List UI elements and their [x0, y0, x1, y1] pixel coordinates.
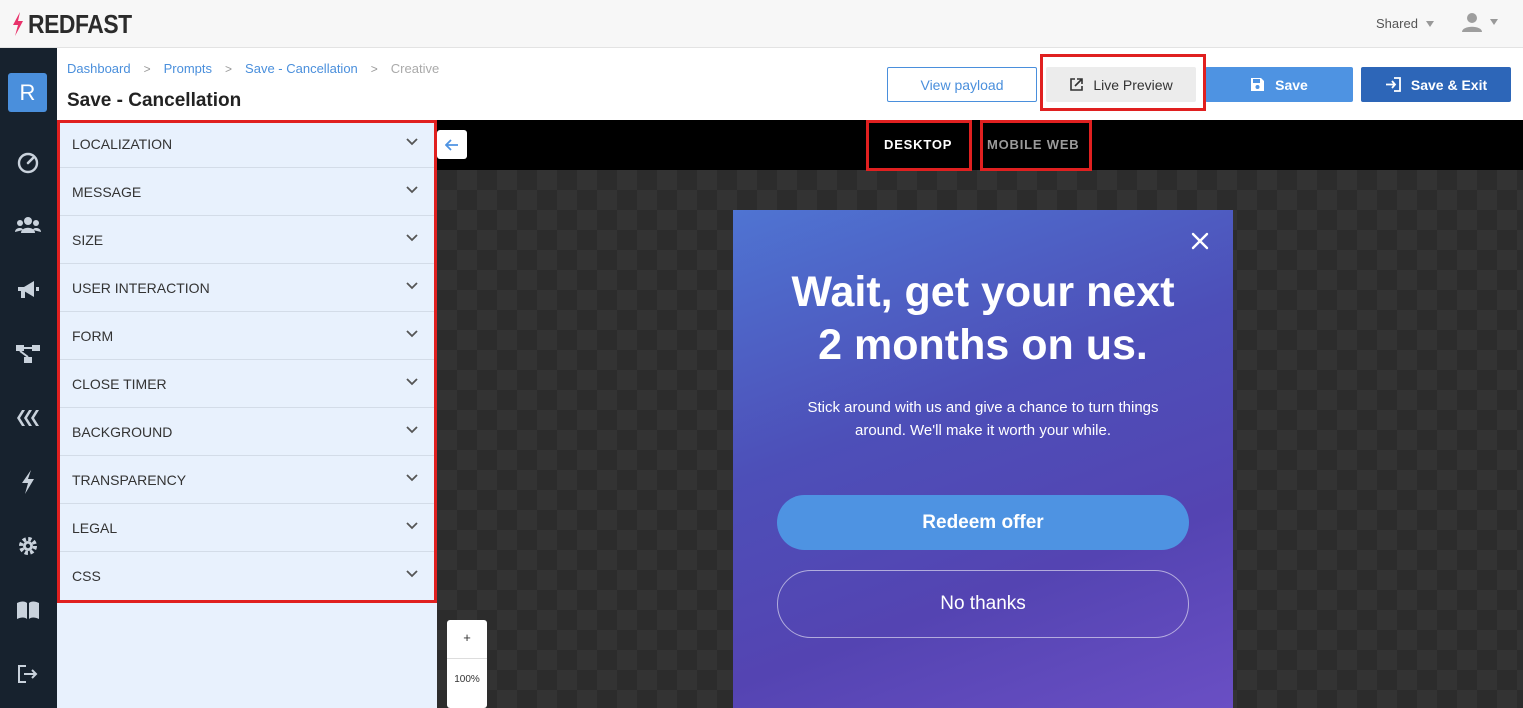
- prompt-headline: Wait, get your next 2 months on us.: [733, 266, 1233, 372]
- body-line: Stick around with us and give a chance t…: [807, 399, 1159, 416]
- save-and-exit-button[interactable]: Save & Exit: [1361, 67, 1511, 102]
- external-link-icon: [1070, 78, 1084, 91]
- section-size[interactable]: SIZE: [60, 216, 434, 264]
- section-label: LOCALIZATION: [72, 135, 173, 152]
- workflow-icon[interactable]: [14, 340, 42, 368]
- section-label: USER INTERACTION: [72, 279, 210, 296]
- section-label: LEGAL: [72, 519, 118, 536]
- section-transparency[interactable]: TRANSPARENCY: [60, 456, 434, 504]
- user-icon: [1462, 13, 1482, 32]
- bolt-icon[interactable]: [14, 468, 42, 496]
- tab-desktop[interactable]: DESKTOP: [884, 137, 952, 152]
- section-label: FORM: [72, 327, 114, 344]
- arrow-left-icon: [445, 138, 458, 151]
- chevron-down-icon: [406, 138, 418, 146]
- zoom-control: + 100%: [447, 620, 487, 708]
- live-preview-label: Live Preview: [1093, 76, 1173, 93]
- breadcrumb-dashboard[interactable]: Dashboard: [67, 61, 131, 76]
- preview-tab-bar: [437, 120, 1523, 170]
- chevron-down-icon: [406, 570, 418, 578]
- dashboard-gauge-icon[interactable]: [14, 148, 42, 176]
- zoom-divider: [447, 658, 487, 659]
- breadcrumb: Dashboard > Prompts > Save - Cancellatio…: [67, 61, 439, 76]
- section-close-timer[interactable]: CLOSE TIMER: [60, 360, 434, 408]
- view-payload-label: View payload: [920, 76, 1004, 93]
- chevron-right-icon: >: [143, 61, 151, 76]
- breadcrumb-current: Creative: [390, 61, 440, 76]
- collapse-panel-button[interactable]: [437, 130, 467, 159]
- gear-icon[interactable]: [14, 532, 42, 560]
- breadcrumb-prompt[interactable]: Save - Cancellation: [245, 61, 358, 76]
- chevron-down-icon: [406, 330, 418, 338]
- chevron-down-icon: [406, 378, 418, 386]
- section-css[interactable]: CSS: [60, 552, 434, 600]
- live-preview-button[interactable]: Live Preview: [1046, 67, 1196, 102]
- save-button[interactable]: Save: [1205, 67, 1353, 102]
- workspace-dropdown[interactable]: Shared: [1376, 16, 1434, 31]
- chevron-right-icon: >: [225, 61, 233, 76]
- user-menu[interactable]: [1462, 12, 1498, 32]
- section-label: SIZE: [72, 231, 104, 248]
- page-title: Save - Cancellation: [67, 90, 242, 111]
- view-payload-button[interactable]: View payload: [887, 67, 1037, 102]
- section-label: MESSAGE: [72, 183, 142, 200]
- left-nav: R: [0, 48, 57, 708]
- sign-in-icon: [1385, 77, 1401, 92]
- save-label: Save: [1275, 76, 1308, 93]
- settings-panel: LOCALIZATION MESSAGE SIZE USER INTERACTI…: [57, 120, 437, 708]
- section-label: CSS: [72, 568, 101, 584]
- chevron-down-icon: [406, 282, 418, 290]
- floppy-disk-icon: [1251, 78, 1265, 91]
- headline-line: Wait, get your next: [791, 268, 1175, 316]
- body-line: around. We'll make it worth your while.: [854, 422, 1112, 439]
- chevron-down-icon: [406, 522, 418, 530]
- save-and-exit-label: Save & Exit: [1410, 76, 1488, 93]
- chevron-down-icon: [406, 474, 418, 482]
- section-background[interactable]: BACKGROUND: [60, 408, 434, 456]
- section-label: CLOSE TIMER: [72, 375, 167, 392]
- section-user-interaction[interactable]: USER INTERACTION: [60, 264, 434, 312]
- close-icon[interactable]: [1191, 232, 1209, 250]
- book-icon[interactable]: [14, 596, 42, 624]
- bolt-icon: [13, 12, 23, 36]
- chevron-down-icon: [1425, 20, 1434, 27]
- chevron-down-icon: [406, 186, 418, 194]
- zoom-level: 100%: [454, 674, 480, 685]
- chevrons-icon[interactable]: [14, 404, 42, 432]
- brand-name: REDFAST: [28, 8, 132, 39]
- account-avatar[interactable]: R: [8, 73, 47, 112]
- section-form[interactable]: FORM: [60, 312, 434, 360]
- prompt-body-text: Stick around with us and give a chance t…: [783, 396, 1183, 442]
- users-icon[interactable]: [14, 212, 42, 240]
- breadcrumb-prompts[interactable]: Prompts: [164, 61, 212, 76]
- section-message[interactable]: MESSAGE: [60, 168, 434, 216]
- tab-mobile-web[interactable]: MOBILE WEB: [987, 137, 1080, 152]
- workspace-label: Shared: [1376, 16, 1418, 31]
- chevron-down-icon: [406, 234, 418, 242]
- section-localization[interactable]: LOCALIZATION: [60, 120, 434, 168]
- logout-icon[interactable]: [14, 660, 42, 688]
- no-thanks-button[interactable]: No thanks: [777, 570, 1189, 638]
- redeem-offer-button[interactable]: Redeem offer: [777, 495, 1189, 550]
- chevron-down-icon: [1490, 19, 1498, 25]
- headline-line: 2 months on us.: [818, 321, 1148, 369]
- zoom-in-button[interactable]: +: [447, 630, 487, 645]
- section-label: BACKGROUND: [72, 423, 173, 440]
- prompt-preview: Wait, get your next 2 months on us. Stic…: [733, 210, 1233, 708]
- top-bar: REDFAST Shared: [0, 0, 1523, 48]
- megaphone-icon[interactable]: [14, 276, 42, 304]
- section-label: TRANSPARENCY: [72, 471, 187, 488]
- chevron-right-icon: >: [370, 61, 378, 76]
- section-legal[interactable]: LEGAL: [60, 504, 434, 552]
- chevron-down-icon: [406, 426, 418, 434]
- brand-logo[interactable]: REDFAST: [12, 8, 146, 39]
